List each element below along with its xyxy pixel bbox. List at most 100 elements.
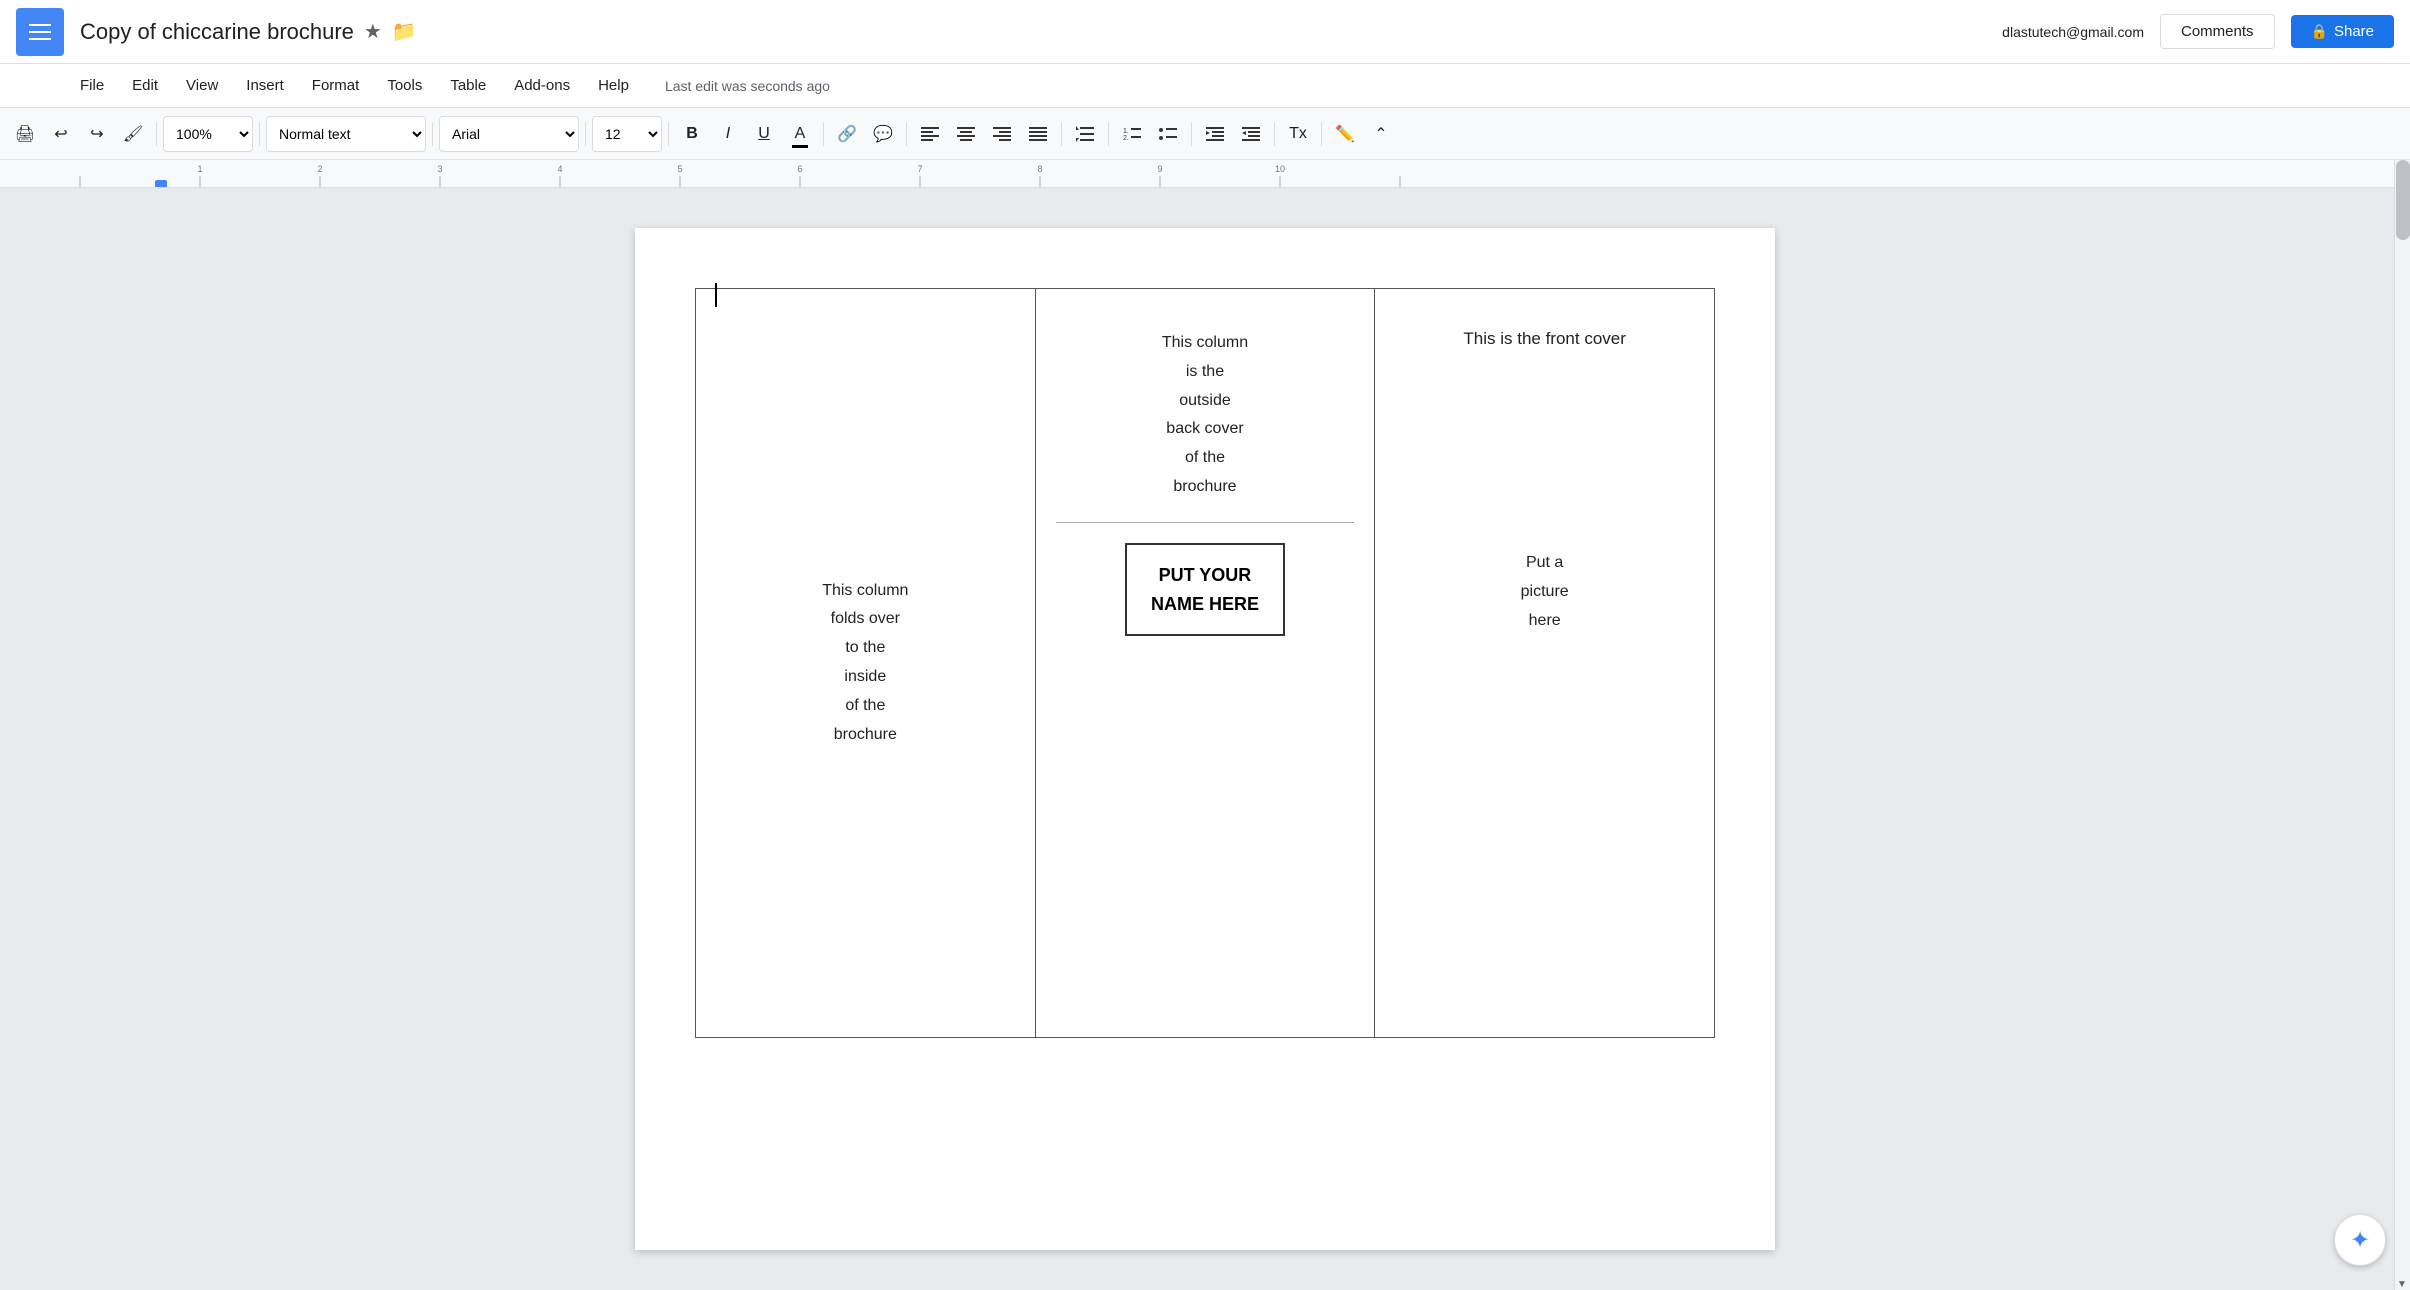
svg-text:1: 1 <box>197 164 202 174</box>
separator-8 <box>1061 122 1062 146</box>
name-box[interactable]: PUT YOUR NAME HERE <box>1125 543 1285 637</box>
svg-text:4: 4 <box>557 164 562 174</box>
top-bar: Copy of chiccarine brochure ★ 📁 dlastute… <box>0 0 2410 64</box>
comments-button[interactable]: Comments <box>2160 14 2275 49</box>
insert-comment-button[interactable]: 💬 <box>866 117 900 151</box>
menu-bar: File Edit View Insert Format Tools Table… <box>0 64 2410 108</box>
toolbar-collapse-button[interactable]: ⌃ <box>1364 117 1398 151</box>
svg-text:3: 3 <box>437 164 442 174</box>
menu-help[interactable]: Help <box>586 71 641 100</box>
separator-5 <box>668 122 669 146</box>
increase-indent-button[interactable] <box>1234 117 1268 151</box>
svg-text:6: 6 <box>797 164 802 174</box>
numbered-list-button[interactable]: 1.2. <box>1115 117 1149 151</box>
align-right-button[interactable] <box>985 117 1019 151</box>
underline-button[interactable]: U <box>747 117 781 151</box>
separator-9 <box>1108 122 1109 146</box>
font-size-select[interactable]: 12 <box>592 116 662 152</box>
scrollbar[interactable]: ▲ ▼ <box>2394 160 2410 1290</box>
ai-assistant-button[interactable]: ✦ <box>2334 1214 2386 1266</box>
col2-upper: This columnis theoutsideback coverof the… <box>1036 289 1375 522</box>
svg-text:9: 9 <box>1157 164 1162 174</box>
print-button[interactable]: 🖨 <box>8 117 42 151</box>
col1-content: This columnfolds overto theinsideof theb… <box>716 577 1015 750</box>
italic-button[interactable]: I <box>711 117 745 151</box>
redo-button[interactable]: ↪ <box>80 117 114 151</box>
top-right-area: dlastutech@gmail.com Comments 🔒 Share <box>2002 14 2394 49</box>
align-justify-button[interactable] <box>1021 117 1055 151</box>
menu-addons[interactable]: Add-ons <box>502 71 582 100</box>
col1-cell[interactable]: This columnfolds overto theinsideof theb… <box>696 289 1036 1038</box>
col3-front-text-area: This is the front cover <box>1395 329 1694 349</box>
bullet-list-button[interactable] <box>1151 117 1185 151</box>
menu-format[interactable]: Format <box>300 71 372 100</box>
separator-1 <box>156 122 157 146</box>
paper[interactable]: This columnfolds overto theinsideof theb… <box>635 228 1775 1250</box>
col3-front-text: This is the front cover <box>1463 329 1626 348</box>
separator-4 <box>585 122 586 146</box>
share-button[interactable]: 🔒 Share <box>2291 15 2394 48</box>
folder-icon[interactable]: 📁 <box>392 19 417 44</box>
separator-3 <box>432 122 433 146</box>
paint-format-button[interactable]: 🖌 <box>116 117 150 151</box>
text-cursor <box>715 283 717 307</box>
separator-10 <box>1191 122 1192 146</box>
undo-button[interactable]: ↩ <box>44 117 78 151</box>
line-spacing-button[interactable] <box>1068 117 1102 151</box>
separator-2 <box>259 122 260 146</box>
bold-button[interactable]: B <box>675 117 709 151</box>
share-label: Share <box>2334 23 2374 40</box>
svg-text:8: 8 <box>1037 164 1042 174</box>
document-area[interactable]: This columnfolds overto theinsideof theb… <box>0 188 2410 1290</box>
name-line2: NAME HERE <box>1151 594 1259 614</box>
col3-picture-area: Put apicturehere <box>1395 549 1694 635</box>
scroll-down-arrow[interactable]: ▼ <box>2395 1279 2409 1290</box>
align-center-button[interactable] <box>949 117 983 151</box>
menu-edit[interactable]: Edit <box>120 71 170 100</box>
lock-icon: 🔒 <box>2311 23 2328 40</box>
align-left-button[interactable] <box>913 117 947 151</box>
toolbar: 🖨 ↩ ↪ 🖌 100% Normal text Arial 12 B I U … <box>0 108 2410 160</box>
star-icon[interactable]: ★ <box>364 19 382 44</box>
font-select[interactable]: Arial <box>439 116 579 152</box>
svg-text:10: 10 <box>1275 164 1285 174</box>
app-menu-button[interactable] <box>16 8 64 56</box>
ruler-svg: 1 2 3 4 5 6 7 8 9 10 <box>0 160 2410 188</box>
svg-text:2.: 2. <box>1123 135 1129 141</box>
zoom-select[interactable]: 100% <box>163 116 253 152</box>
ai-icon: ✦ <box>2350 1226 2370 1255</box>
separator-12 <box>1321 122 1322 146</box>
name-line1: PUT YOUR <box>1159 565 1252 585</box>
paragraph-style-select[interactable]: Normal text <box>266 116 426 152</box>
doc-title[interactable]: Copy of chiccarine brochure <box>80 19 354 45</box>
svg-text:1.: 1. <box>1123 128 1129 135</box>
doc-title-area: Copy of chiccarine brochure ★ 📁 <box>64 19 2002 45</box>
col2-cell[interactable]: This columnis theoutsideback coverof the… <box>1035 289 1375 1038</box>
svg-text:7: 7 <box>917 164 922 174</box>
col2-name-box-area[interactable]: PUT YOUR NAME HERE <box>1036 523 1375 657</box>
menu-tools[interactable]: Tools <box>375 71 434 100</box>
font-color-indicator <box>792 145 808 148</box>
menu-table[interactable]: Table <box>438 71 498 100</box>
clear-formatting-button[interactable]: Tx <box>1281 117 1315 151</box>
svg-text:5: 5 <box>677 164 682 174</box>
separator-7 <box>906 122 907 146</box>
col3-picture-text: Put apicturehere <box>1521 554 1569 629</box>
separator-6 <box>823 122 824 146</box>
last-edit-status: Last edit was seconds ago <box>665 78 830 94</box>
scrollbar-thumb[interactable] <box>2396 160 2410 240</box>
menu-file[interactable]: File <box>68 71 116 100</box>
menu-view[interactable]: View <box>174 71 230 100</box>
pen-tool-button[interactable]: ✏️ <box>1328 117 1362 151</box>
user-email[interactable]: dlastutech@gmail.com <box>2002 24 2144 40</box>
svg-text:2: 2 <box>317 164 322 174</box>
insert-link-button[interactable]: 🔗 <box>830 117 864 151</box>
brochure-table[interactable]: This columnfolds overto theinsideof theb… <box>695 288 1715 1038</box>
decrease-indent-button[interactable] <box>1198 117 1232 151</box>
separator-11 <box>1274 122 1275 146</box>
col2-back-text: This columnis theoutsideback coverof the… <box>1056 329 1355 502</box>
menu-insert[interactable]: Insert <box>234 71 296 100</box>
ruler: 1 2 3 4 5 6 7 8 9 10 <box>0 160 2410 188</box>
font-color-button[interactable]: A <box>783 117 817 151</box>
col3-cell[interactable]: This is the front cover Put apicturehere <box>1375 289 1715 1038</box>
